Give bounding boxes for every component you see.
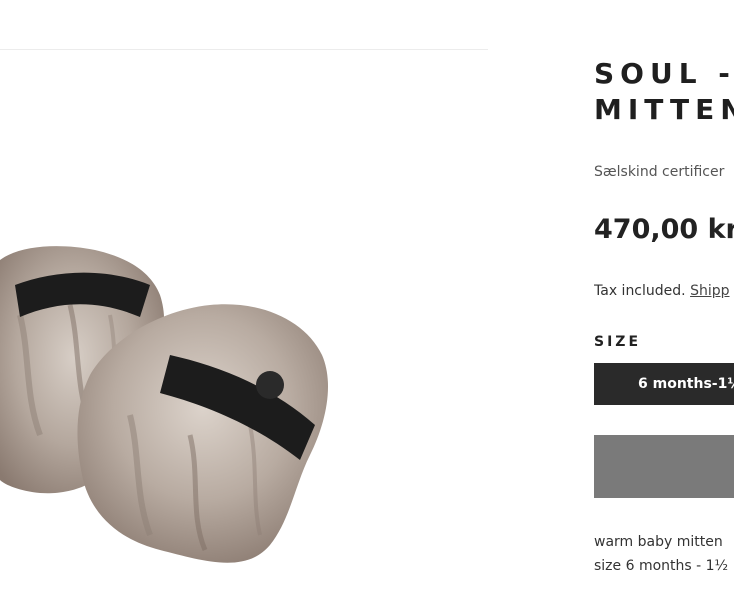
tax-note: Tax included. Shipp: [594, 283, 730, 299]
product-description: warm baby mitten size 6 months - 1½: [594, 530, 728, 578]
product-title-line-2: MITTEN: [594, 93, 734, 126]
header-divider: [0, 49, 488, 50]
product-image[interactable]: [0, 55, 488, 610]
size-option-selected[interactable]: 6 months-1½: [594, 363, 734, 405]
product-price: 470,00 kr: [594, 214, 734, 245]
product-subtitle: Sælskind certificer: [594, 164, 725, 180]
description-line-1: warm baby mitten: [594, 534, 723, 550]
size-label: SIZE: [594, 334, 642, 350]
product-title-line-1: SOUL -: [594, 57, 734, 90]
shipping-link[interactable]: Shipp: [690, 283, 729, 299]
description-line-2: size 6 months - 1½: [594, 558, 729, 574]
product-title: SOUL - MITTEN: [594, 56, 734, 128]
add-to-cart-button[interactable]: [594, 435, 734, 498]
tax-text: Tax included.: [594, 283, 686, 299]
product-gallery[interactable]: [0, 55, 488, 610]
product-info: SOUL - MITTEN Sælskind certificer 470,00…: [594, 0, 734, 610]
